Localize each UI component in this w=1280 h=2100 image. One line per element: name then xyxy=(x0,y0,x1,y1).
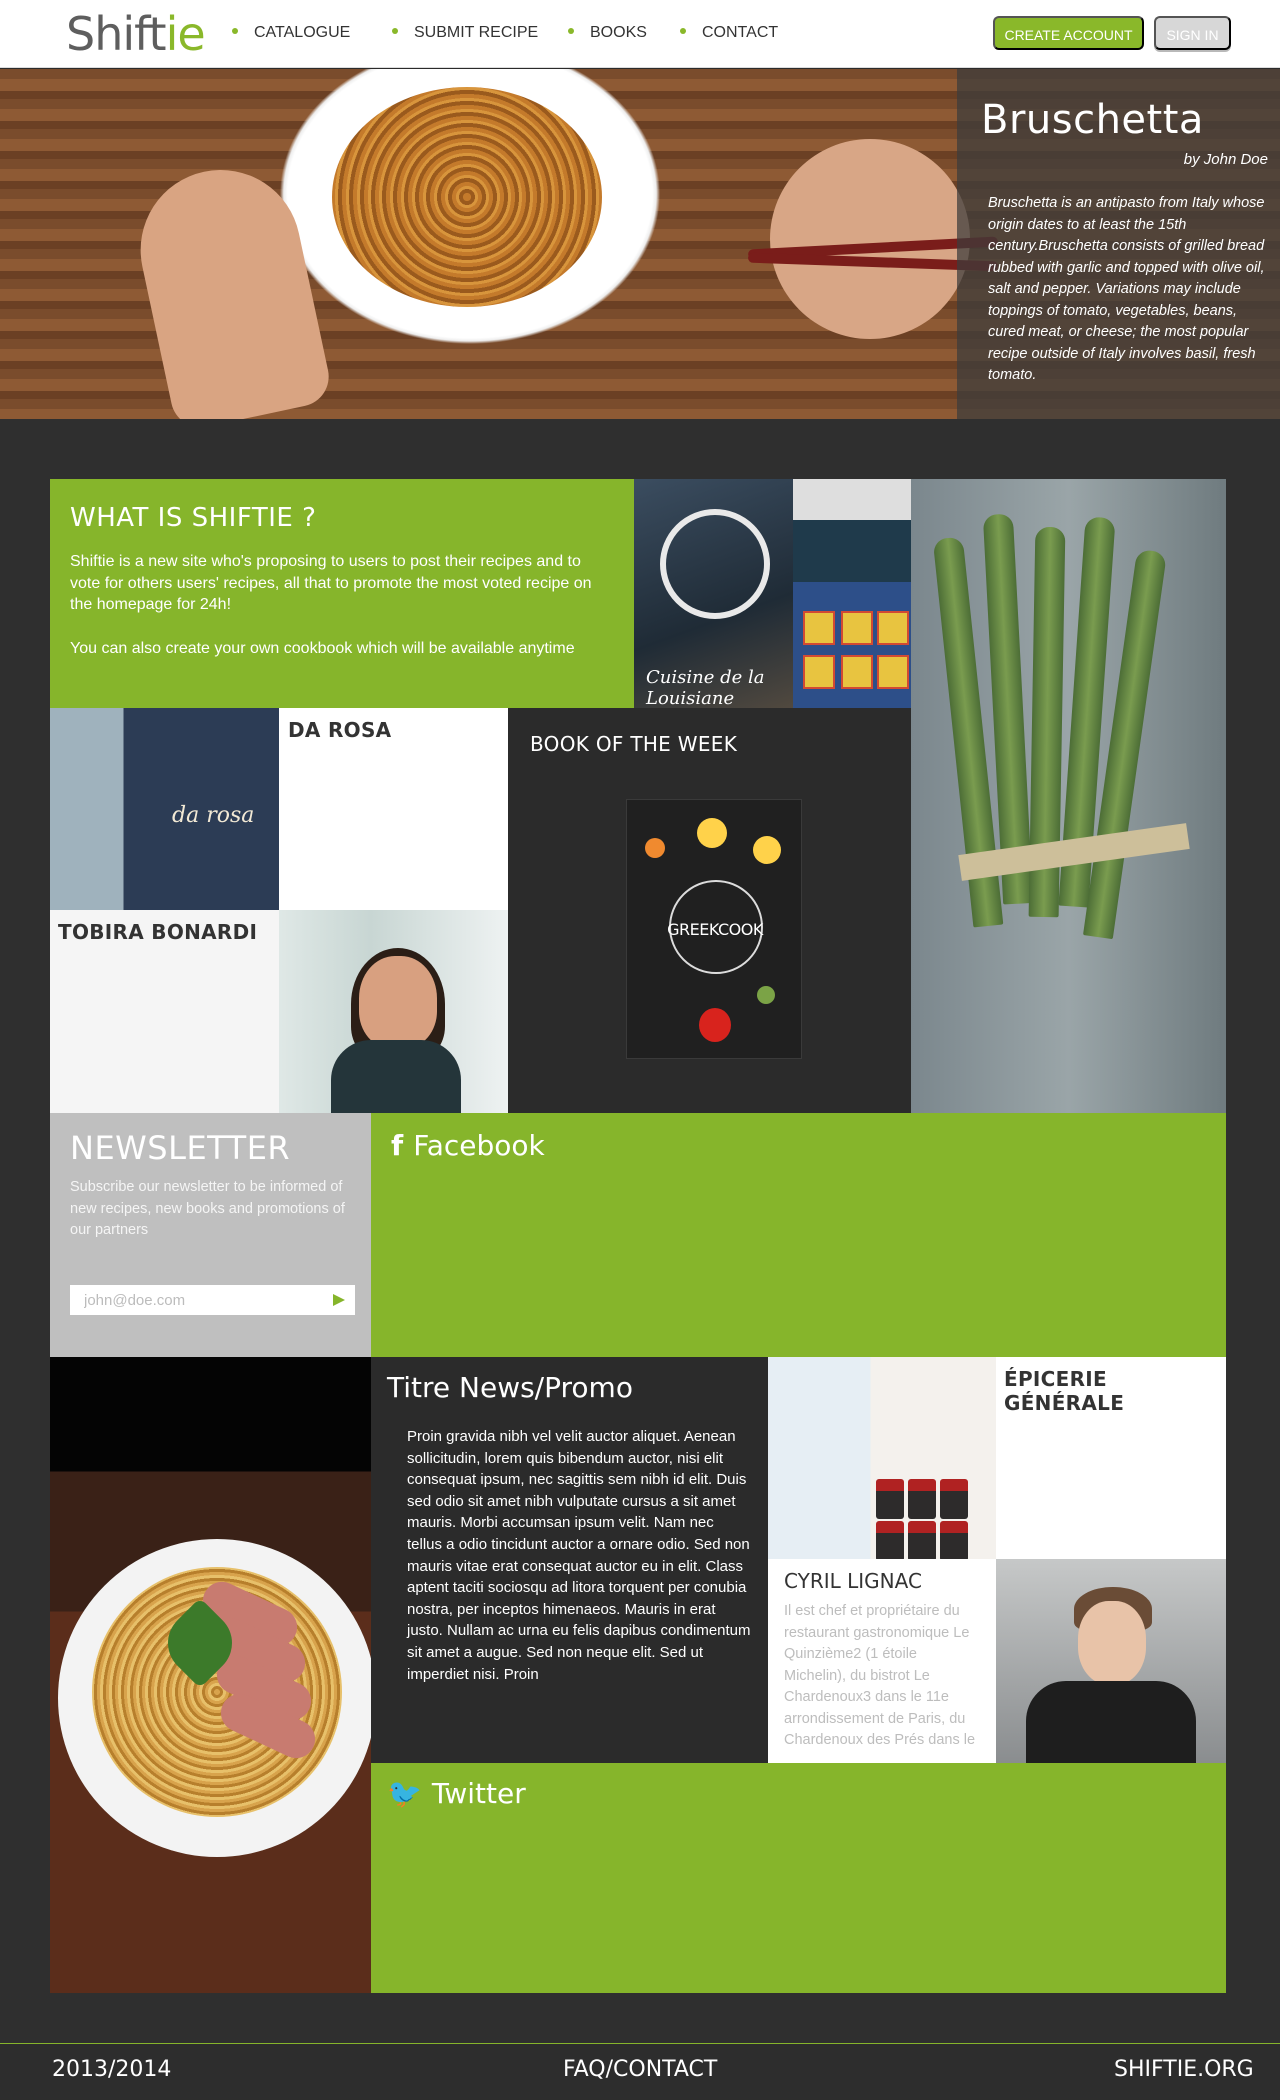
book-of-the-week[interactable]: BOOK OF THE WEEK GREEKCOOK xyxy=(508,708,911,1113)
product-box xyxy=(803,611,835,645)
bullet-icon xyxy=(568,27,574,34)
storefront-sign: Cuisine de la Louisiane xyxy=(646,667,765,708)
sign-in-button[interactable]: SIGN IN xyxy=(1154,16,1231,50)
about-paragraph: Shiftie is a new site who's proposing to… xyxy=(70,553,592,613)
site-logo[interactable]: Shiftie xyxy=(66,8,206,60)
site-footer: 2013/2014 FAQ/CONTACT SHIFTIE.ORG xyxy=(0,2043,1280,2100)
twitter-widget[interactable]: 🐦 Twitter xyxy=(371,1763,1226,1993)
bullet-icon xyxy=(392,27,398,34)
product-jar xyxy=(940,1479,968,1519)
nav-submit-recipe[interactable]: SUBMIT RECIPE xyxy=(392,24,538,42)
arrow-right-icon[interactable] xyxy=(333,1294,345,1306)
cyril-portrait-image[interactable] xyxy=(996,1559,1226,1763)
card-title: DA ROSA xyxy=(288,718,392,742)
nav-catalogue[interactable]: CATALOGUE xyxy=(232,24,350,42)
facebook-icon: f xyxy=(391,1129,404,1162)
product-jar xyxy=(876,1479,904,1519)
news-text: Proin gravida nibh vel velit auctor aliq… xyxy=(407,1428,751,1683)
orange-icon xyxy=(645,838,665,858)
product-box xyxy=(877,655,909,689)
product-box xyxy=(841,611,873,645)
product-jar xyxy=(940,1521,968,1559)
portrait-body xyxy=(331,1040,461,1113)
noodle-bowl-image xyxy=(332,87,602,307)
portrait-face xyxy=(1078,1601,1146,1685)
product-box xyxy=(803,655,835,689)
footer-years: 2013/2014 xyxy=(52,2057,172,2082)
news-promo-card[interactable]: Titre News/Promo Proin gravida nibh vel … xyxy=(371,1357,768,1763)
site-header: Shiftie CATALOGUE SUBMIT RECIPE BOOKS CO… xyxy=(0,0,1280,68)
product-jar xyxy=(876,1521,904,1559)
epicerie-card[interactable]: ÉPICERIE GÉNÉRALE xyxy=(996,1357,1226,1559)
facebook-title: f Facebook xyxy=(391,1129,545,1162)
product-jar xyxy=(908,1521,936,1559)
da-rosa-image[interactable]: da rosa xyxy=(50,708,279,910)
product-box xyxy=(877,611,909,645)
epicerie-interior-image[interactable] xyxy=(768,1357,996,1559)
newsletter-email-input[interactable] xyxy=(70,1285,355,1315)
recipe-author[interactable]: by John Doe xyxy=(1184,151,1268,168)
chef-bio: Il est chef et propriétaire du restauran… xyxy=(784,1603,976,1748)
recipe-description: Bruschetta is an antipasto from Italy wh… xyxy=(988,195,1265,383)
portrait-face xyxy=(359,956,437,1048)
bullet-icon xyxy=(232,27,238,34)
portrait-body xyxy=(1026,1681,1196,1763)
duck-pasta-image[interactable] xyxy=(50,1357,371,1993)
hand-image xyxy=(125,155,335,419)
footer-site-link[interactable]: SHIFTIE.ORG xyxy=(1114,2057,1254,2082)
lemon-icon xyxy=(697,818,727,848)
recipe-title[interactable]: Bruschetta xyxy=(981,97,1204,143)
tobira-bonardi-card[interactable]: TOBIRA BONARDI xyxy=(50,910,279,1113)
footer-faq-link[interactable]: FAQ/CONTACT xyxy=(563,2057,717,2082)
tile-grid: WHAT IS SHIFTIE ? Shiftie is a new site … xyxy=(0,419,1280,2043)
recipe-panel: Bruschetta by John Doe Bruschetta is an … xyxy=(957,69,1280,419)
card-title: ÉPICERIE GÉNÉRALE xyxy=(1004,1367,1125,1415)
card-title: BOOK OF THE WEEK xyxy=(530,732,738,756)
nav-books[interactable]: BOOKS xyxy=(568,24,647,42)
newsletter-card: NEWSLETTER Subscribe our newsletter to b… xyxy=(50,1113,371,1357)
asparagus-image[interactable] xyxy=(911,479,1226,1113)
card-title: TOBIRA BONARDI xyxy=(58,920,258,944)
book-cover[interactable]: GREEKCOOK xyxy=(626,799,802,1059)
lemon-icon xyxy=(753,836,781,864)
nav-contact[interactable]: CONTACT xyxy=(680,24,778,42)
da-rosa-sign: da rosa xyxy=(172,803,255,828)
shop-image[interactable] xyxy=(793,479,911,708)
bullet-icon xyxy=(680,27,686,34)
product-box xyxy=(841,655,873,689)
cyril-lignac-card[interactable]: CYRIL LIGNAC Il est chef et propriétaire… xyxy=(768,1559,996,1763)
section-title: WHAT IS SHIFTIE ? xyxy=(70,503,317,533)
what-is-shiftie: WHAT IS SHIFTIE ? Shiftie is a new site … xyxy=(50,479,634,708)
news-title: Titre News/Promo xyxy=(387,1371,633,1404)
book-cover-title: GREEKCOOK xyxy=(667,920,763,939)
create-account-button[interactable]: CREATE ACCOUNT xyxy=(993,16,1144,50)
card-title: CYRIL LIGNAC xyxy=(784,1569,922,1593)
storefront-image[interactable]: Cuisine de la Louisiane xyxy=(634,479,793,708)
newsletter-text: Subscribe our newsletter to be informed … xyxy=(70,1179,345,1238)
twitter-icon: 🐦 xyxy=(387,1777,422,1810)
product-jar xyxy=(908,1479,936,1519)
facebook-widget[interactable]: f Facebook xyxy=(371,1113,1226,1357)
twitter-title: 🐦 Twitter xyxy=(387,1777,526,1810)
storefront-logo xyxy=(660,509,770,619)
da-rosa-card[interactable]: DA ROSA xyxy=(279,708,508,910)
pepper-icon xyxy=(699,1008,731,1042)
tobira-portrait-image[interactable] xyxy=(279,910,508,1113)
newsletter-title: NEWSLETTER xyxy=(70,1129,291,1167)
hero-banner: Bruschetta by John Doe Bruschetta is an … xyxy=(0,69,1280,419)
about-paragraph: You can also create your own cookbook wh… xyxy=(70,639,575,657)
basil-icon xyxy=(757,986,775,1004)
